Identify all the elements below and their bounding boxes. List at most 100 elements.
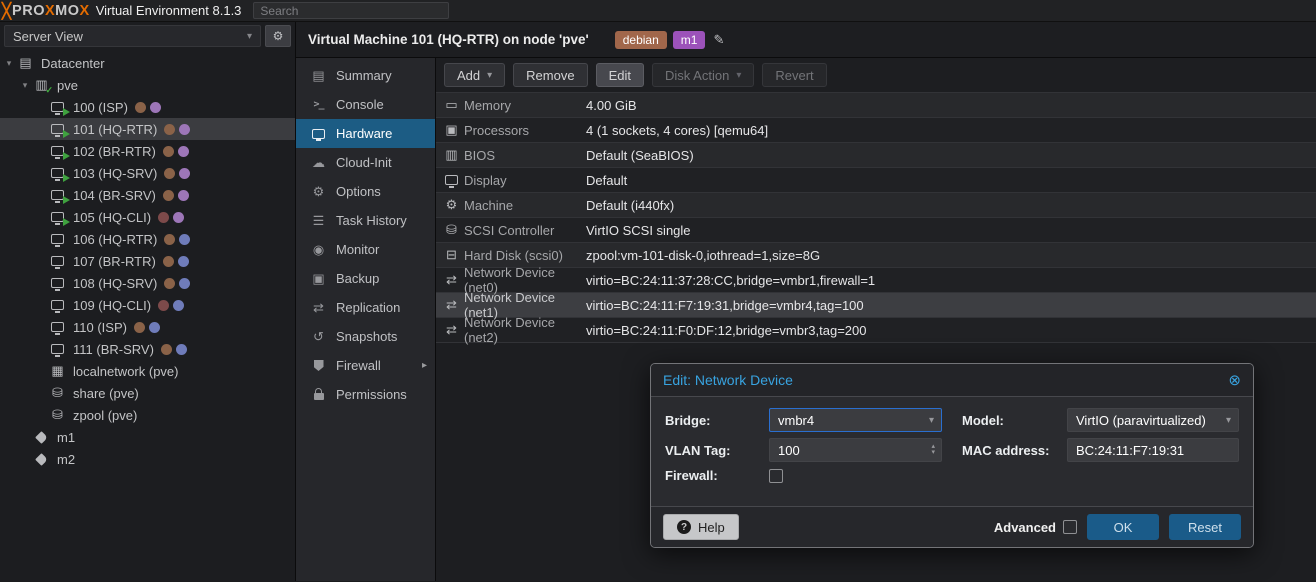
- tree-item-label: 104 (BR-SRV): [73, 188, 156, 203]
- tree-item-datacenter[interactable]: ▾▤Datacenter: [0, 52, 295, 74]
- tree-item-label: 102 (BR-RTR): [73, 144, 156, 159]
- reset-button[interactable]: Reset: [1169, 514, 1241, 540]
- nav-item-cloud-init[interactable]: ☁Cloud-Init: [296, 148, 435, 177]
- hardware-row-memory[interactable]: ▭Memory4.00 GiB: [436, 93, 1316, 118]
- mac-address-input[interactable]: [1076, 443, 1230, 458]
- nav-item-permissions[interactable]: Permissions: [296, 380, 435, 409]
- tree-item-103-hq-srv[interactable]: 103 (HQ-SRV): [0, 162, 295, 184]
- hardware-row-machine[interactable]: ⚙MachineDefault (i440fx): [436, 193, 1316, 218]
- hardware-row-display[interactable]: DisplayDefault: [436, 168, 1316, 193]
- nav-item-monitor[interactable]: ◉Monitor: [296, 235, 435, 264]
- tag-dots: [164, 168, 190, 179]
- hardware-row-scsi-controller[interactable]: ⛁SCSI ControllerVirtIO SCSI single: [436, 218, 1316, 243]
- number-spinner-icon[interactable]: ▴▾: [931, 444, 935, 456]
- close-icon[interactable]: ⊗: [1228, 371, 1241, 389]
- bridge-label: Bridge:: [665, 413, 769, 428]
- view-selector[interactable]: Server View ▾: [4, 25, 261, 47]
- firewall-checkbox[interactable]: [769, 469, 783, 483]
- tree-item-104-br-srv[interactable]: 104 (BR-SRV): [0, 184, 295, 206]
- tag-dot: [164, 278, 175, 289]
- tag-dot: [134, 322, 145, 333]
- advanced-checkbox[interactable]: [1063, 520, 1077, 534]
- tag-dot: [178, 256, 189, 267]
- tree-item-m1[interactable]: m1: [0, 426, 295, 448]
- hardware-row-bios[interactable]: ▥BIOSDefault (SeaBIOS): [436, 143, 1316, 168]
- lock-icon: [309, 389, 328, 400]
- hardware-row-processors[interactable]: ▣Processors4 (1 sockets, 4 cores) [qemu6…: [436, 118, 1316, 143]
- tree-item-label: 101 (HQ-RTR): [73, 122, 157, 137]
- vlan-tag-field: ▴▾: [769, 438, 942, 462]
- tree-item-localnetwork-pve[interactable]: ▦localnetwork (pve): [0, 360, 295, 382]
- tree-item-label: 111 (BR-SRV): [73, 342, 154, 357]
- tree-settings-button[interactable]: ⚙: [265, 25, 291, 47]
- tag-dot: [163, 190, 174, 201]
- tree-item-108-hq-srv[interactable]: 108 (HQ-SRV): [0, 272, 295, 294]
- button-label: Remove: [526, 68, 574, 83]
- tree-item-m2[interactable]: m2: [0, 448, 295, 470]
- tree-item-share-pve[interactable]: ⛁share (pve): [0, 382, 295, 404]
- tag-dots: [135, 102, 161, 113]
- tree-item-label: 109 (HQ-CLI): [73, 298, 151, 313]
- top-bar: ╳ PROXMOX Virtual Environment 8.1.3: [0, 0, 1316, 22]
- resource-tree: ▾▤Datacenter▾▥✓pve100 (ISP) 101 (HQ-RTR) 1…: [0, 50, 295, 470]
- running-play-icon: [63, 196, 70, 204]
- tree-item-zpool-pve[interactable]: ⛁zpool (pve): [0, 404, 295, 426]
- tree-item-102-br-rtr[interactable]: 102 (BR-RTR): [0, 140, 295, 162]
- storage-icon: ⛁: [48, 407, 67, 423]
- hardware-key: SCSI Controller: [464, 223, 586, 238]
- vm-icon: [48, 300, 67, 310]
- tree-item-101-hq-rtr[interactable]: 101 (HQ-RTR): [0, 118, 295, 140]
- add-button[interactable]: Add▾: [444, 63, 505, 87]
- search-input[interactable]: [253, 2, 449, 19]
- nav-item-summary[interactable]: ▤Summary: [296, 61, 435, 90]
- model-combobox[interactable]: VirtIO (paravirtualized) ▾: [1067, 408, 1239, 432]
- proxmox-logo-icon: ╳: [2, 2, 11, 20]
- running-play-icon: [63, 174, 70, 182]
- tag-dots: [163, 256, 189, 267]
- chevron-right-icon: ▸: [422, 360, 427, 371]
- vm-tags: debianm1: [615, 31, 706, 49]
- remove-button[interactable]: Remove: [513, 63, 587, 87]
- tree-item-100-isp[interactable]: 100 (ISP): [0, 96, 295, 118]
- nav-item-replication[interactable]: ⇄Replication: [296, 293, 435, 322]
- nav-item-hardware[interactable]: Hardware: [296, 119, 435, 148]
- nav-item-console[interactable]: >_Console: [296, 90, 435, 119]
- question-icon: ?: [677, 520, 691, 534]
- resource-tree-panel: Server View ▾ ⚙ ▾▤Datacenter▾▥✓pve100 (I…: [0, 22, 296, 581]
- tag-dot: [179, 278, 190, 289]
- nav-item-task-history[interactable]: ☰Task History: [296, 206, 435, 235]
- dialog-header[interactable]: Edit: Network Device ⊗: [651, 364, 1253, 397]
- vm-icon: [48, 124, 67, 134]
- tree-item-label: 108 (HQ-SRV): [73, 276, 157, 291]
- nav-item-firewall[interactable]: Firewall▸: [296, 351, 435, 380]
- ok-button[interactable]: OK: [1087, 514, 1159, 540]
- tree-item-106-hq-rtr[interactable]: 106 (HQ-RTR): [0, 228, 295, 250]
- nav-item-snapshots[interactable]: ↺Snapshots: [296, 322, 435, 351]
- bridge-combobox[interactable]: vmbr4 ▾: [769, 408, 942, 432]
- mac-address-label: MAC address:: [962, 443, 1067, 458]
- tree-item-109-hq-cli[interactable]: 109 (HQ-CLI): [0, 294, 295, 316]
- network-device-icon: ⇄: [442, 272, 461, 288]
- tree-item-110-isp[interactable]: 110 (ISP): [0, 316, 295, 338]
- tree-item-pve[interactable]: ▾▥✓pve: [0, 74, 295, 96]
- vlan-tag-input[interactable]: [778, 443, 933, 458]
- tag-dot: [173, 212, 184, 223]
- nav-item-backup[interactable]: ▣Backup: [296, 264, 435, 293]
- running-play-icon: [63, 130, 70, 138]
- edit-button[interactable]: Edit: [596, 63, 644, 87]
- vm-icon: [48, 146, 67, 156]
- tree-item-105-hq-cli[interactable]: 105 (HQ-CLI): [0, 206, 295, 228]
- vm-icon: [48, 322, 67, 332]
- nav-item-options[interactable]: ⚙Options: [296, 177, 435, 206]
- hardware-key: Processors: [464, 123, 586, 138]
- tree-item-107-br-rtr[interactable]: 107 (BR-RTR): [0, 250, 295, 272]
- hardware-value: Default (SeaBIOS): [586, 148, 694, 163]
- tag-dot: [179, 168, 190, 179]
- tag-dot: [149, 322, 160, 333]
- edit-tags-pencil-icon[interactable]: ✎: [713, 32, 724, 48]
- terminal-icon: >_: [309, 99, 328, 110]
- tree-item-111-br-srv[interactable]: 111 (BR-SRV): [0, 338, 295, 360]
- hardware-row-network-device-net2[interactable]: ⇄Network Device (net2)virtio=BC:24:11:F0…: [436, 318, 1316, 343]
- tree-item-label: 103 (HQ-SRV): [73, 166, 157, 181]
- help-button[interactable]: ? Help: [663, 514, 739, 540]
